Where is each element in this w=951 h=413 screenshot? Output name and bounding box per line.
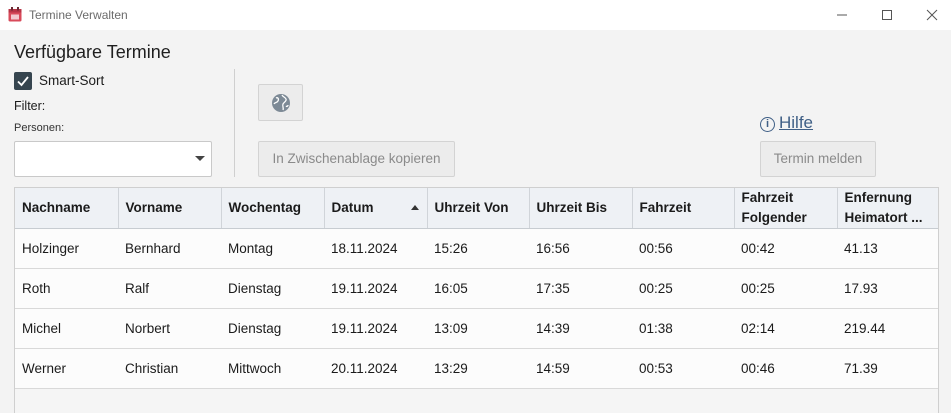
column-header-sorted[interactable]: Datum — [324, 188, 428, 229]
table-cell: Dienstag — [221, 308, 324, 349]
table-cell: 13:29 — [427, 348, 529, 389]
table-cell: 41.13 — [837, 228, 938, 269]
column-header[interactable]: Uhrzeit Bis — [529, 188, 633, 229]
column-header[interactable]: Fahrzeit — [632, 188, 735, 229]
report-appointment-button[interactable]: Termin melden — [760, 141, 876, 177]
table-cell: 00:46 — [734, 348, 837, 389]
table-cell: Mittwoch — [221, 348, 324, 389]
table-row[interactable]: Holzinger Bernhard Montag 18.11.2024 15:… — [15, 228, 938, 269]
table-cell: Bernhard — [118, 228, 221, 269]
table-cell: Michel — [15, 308, 118, 349]
table-cell: 20.11.2024 — [324, 348, 427, 389]
column-header-label: Datum — [331, 200, 374, 215]
table-cell: 16:56 — [529, 228, 632, 269]
table-cell: Ralf — [118, 268, 221, 309]
column-header[interactable]: Enfernung Heimatort ... — [837, 188, 938, 229]
table-cell: 14:59 — [529, 348, 632, 389]
table-cell: 18.11.2024 — [324, 228, 427, 269]
table-cell: 13:09 — [427, 308, 529, 349]
persons-dropdown[interactable] — [14, 141, 212, 177]
info-icon: i — [760, 117, 775, 132]
table-cell: Christian — [118, 348, 221, 389]
table-cell: 14:39 — [529, 308, 632, 349]
help-label: Hilfe — [779, 113, 814, 132]
table-cell: 00:42 — [734, 228, 837, 269]
table-cell: 19.11.2024 — [324, 268, 427, 309]
filter-label: Filter: — [14, 99, 46, 113]
close-icon — [926, 9, 938, 21]
smart-sort-checkbox[interactable] — [14, 72, 32, 90]
table-row[interactable]: Werner Christian Mittwoch 20.11.2024 13:… — [15, 348, 938, 389]
vertical-divider — [234, 69, 235, 177]
maximize-icon — [882, 10, 892, 20]
checkmark-icon — [17, 76, 29, 87]
table-cell: 00:56 — [632, 228, 734, 269]
chevron-down-icon — [195, 156, 205, 161]
table-cell: 00:25 — [632, 268, 734, 309]
table-cell: Norbert — [118, 308, 221, 349]
table-cell: 00:53 — [632, 348, 734, 389]
table-cell: Holzinger — [15, 228, 118, 269]
minimize-icon — [837, 14, 847, 16]
page-title: Verfügbare Termine — [14, 42, 171, 62]
table-cell: 19.11.2024 — [324, 308, 427, 349]
persons-label: Personen: — [14, 122, 65, 134]
minimize-button[interactable] — [819, 0, 865, 30]
column-header[interactable]: Nachname — [15, 188, 119, 229]
table-cell: Roth — [15, 268, 118, 309]
table-cell: Werner — [15, 348, 118, 389]
table-cell: 15:26 — [427, 228, 529, 269]
column-header[interactable]: Wochentag — [221, 188, 325, 229]
table-cell: 00:25 — [734, 268, 837, 309]
column-header[interactable]: Vorname — [118, 188, 222, 229]
table-cell: 219.44 — [837, 308, 938, 349]
table-cell: 17.93 — [837, 268, 938, 309]
table-row[interactable]: Michel Norbert Dienstag 19.11.2024 13:09… — [15, 308, 938, 349]
help-link[interactable]: i Hilfe — [760, 113, 813, 133]
title-bar: Termine Verwalten — [0, 0, 951, 30]
table-cell: Montag — [221, 228, 324, 269]
table-cell: Dienstag — [221, 268, 324, 309]
globe-button[interactable] — [258, 84, 303, 121]
copy-to-clipboard-button[interactable]: In Zwischenablage kopieren — [258, 141, 455, 177]
smart-sort-label[interactable]: Smart-Sort — [39, 73, 104, 88]
table-cell: 02:14 — [734, 308, 837, 349]
table-header-row: Nachname Vorname Wochentag Datum Uhrzeit… — [15, 188, 938, 229]
calendar-app-icon — [8, 7, 22, 22]
table-row[interactable]: Roth Ralf Dienstag 19.11.2024 16:05 17:3… — [15, 268, 938, 309]
close-button[interactable] — [909, 0, 951, 30]
maximize-button[interactable] — [864, 0, 910, 30]
column-header[interactable]: Uhrzeit Von — [427, 188, 530, 229]
table-cell: 16:05 — [427, 268, 529, 309]
window-title: Termine Verwalten — [29, 8, 128, 22]
table-cell: 71.39 — [837, 348, 938, 389]
sort-ascending-icon — [410, 205, 419, 210]
table-cell: 17:35 — [529, 268, 632, 309]
appointments-table: Nachname Vorname Wochentag Datum Uhrzeit… — [14, 187, 939, 413]
globe-icon — [272, 94, 290, 112]
table-cell: 01:38 — [632, 308, 734, 349]
column-header[interactable]: Fahrzeit Folgender — [734, 188, 838, 229]
